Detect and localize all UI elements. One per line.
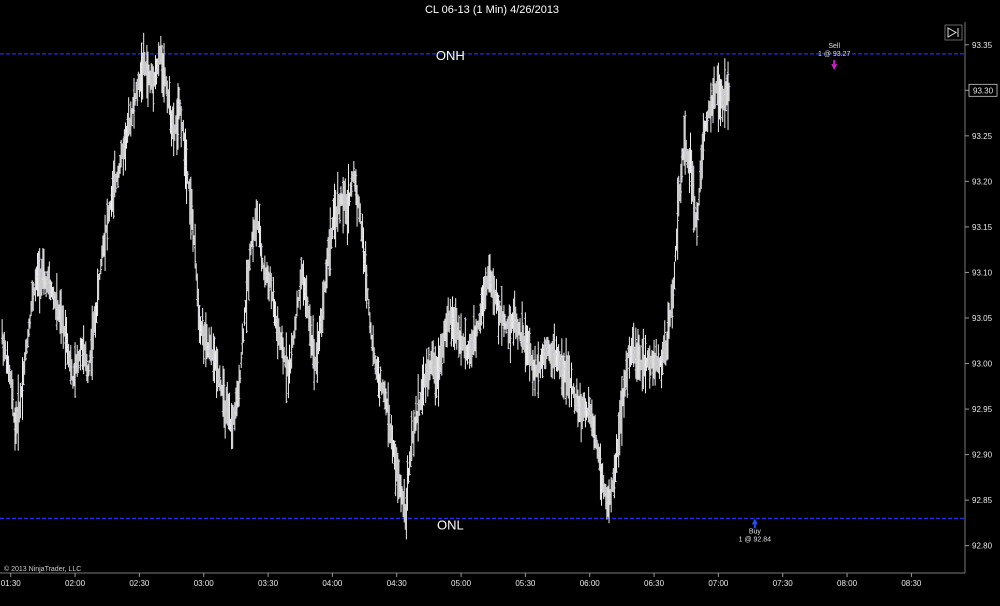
y-tick-label: 93.15 [972,223,993,232]
x-tick-label: 03:00 [194,579,215,588]
x-tick-label: 05:00 [451,579,472,588]
buy-detail: 1 @ 92.84 [739,536,772,543]
x-tick-label: 01:30 [1,579,22,588]
y-tick-label: 93.25 [972,132,993,141]
chart-title: CL 06-13 (1 Min) 4/26/2013 [425,4,559,16]
x-tick-label: 08:00 [837,579,858,588]
x-tick-label: 08:30 [901,579,922,588]
reference-label-onl: ONL [437,517,464,532]
y-tick-label: 92.95 [972,405,993,414]
reference-label-onh: ONH [436,48,465,63]
x-tick-label: 03:30 [258,579,279,588]
x-tick-label: 06:00 [580,579,601,588]
y-tick-label: 93.20 [972,177,993,186]
x-tick-label: 04:00 [322,579,343,588]
x-tick-label: 02:30 [129,579,150,588]
buy-label: Buy [749,528,762,535]
y-tick-label: 93.05 [972,314,993,323]
x-tick-label: 07:00 [708,579,729,588]
y-tick-label: 93.10 [972,268,993,277]
y-tick-label: 92.85 [972,496,993,505]
x-tick-label: 02:00 [65,579,86,588]
y-tick-label: 92.80 [972,542,993,551]
x-tick-label: 05:30 [515,579,536,588]
price-chart: CL 06-13 (1 Min) 4/26/2013 ONHONL Sell1 … [0,0,1000,606]
last-price-label: 93.30 [973,86,994,95]
x-tick-label: 04:30 [387,579,408,588]
sell-label: Sell [828,43,840,50]
x-tick-label: 07:30 [773,579,794,588]
y-tick-label: 92.90 [972,451,993,460]
x-tick-label: 06:30 [644,579,665,588]
y-tick-label: 93.00 [972,360,993,369]
y-tick-label: 93.35 [972,41,993,50]
sell-detail: 1 @ 93.27 [818,51,851,58]
copyright-notice: © 2013 NinjaTrader, LLC [4,565,81,573]
